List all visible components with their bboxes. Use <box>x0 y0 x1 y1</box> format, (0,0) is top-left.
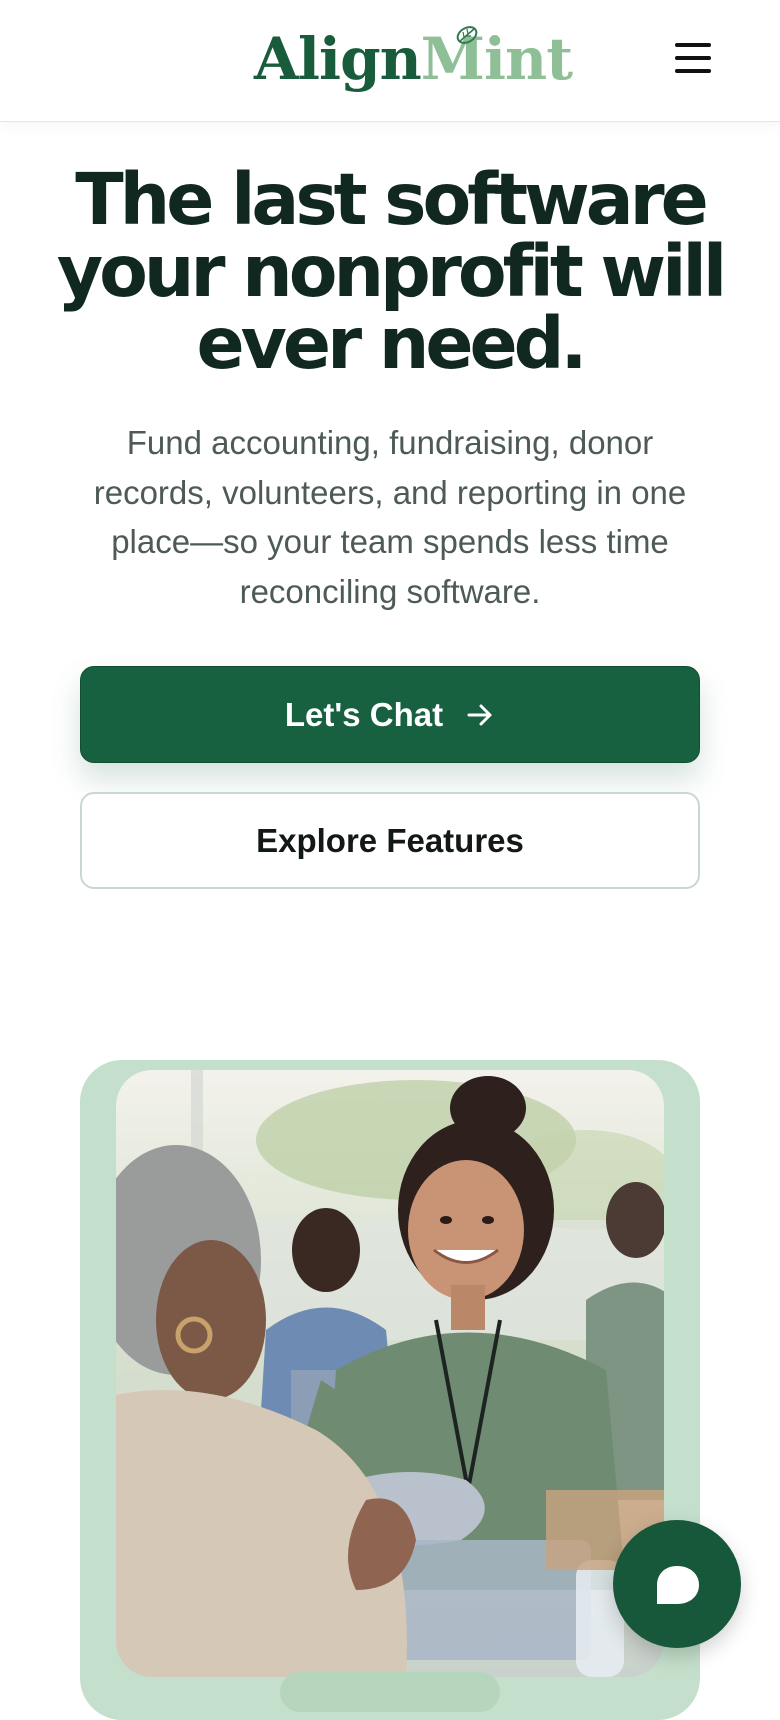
menu-bar <box>675 56 711 60</box>
lets-chat-button[interactable]: Let's Chat <box>80 666 700 763</box>
chat-widget-button[interactable] <box>613 1520 741 1648</box>
hero-subtitle: Fund accounting, fundraising, donor reco… <box>93 424 687 610</box>
chat-bubble-icon <box>657 1566 699 1604</box>
volunteer-photo-illustration <box>116 1070 664 1677</box>
site-header: AlignMint <box>0 0 780 122</box>
explore-features-label: Explore Features <box>256 821 524 859</box>
logo-mint-text: Mint <box>420 25 573 93</box>
hamburger-menu-icon[interactable] <box>668 38 714 78</box>
logo-align-text: Align <box>254 25 422 93</box>
hero-heading: The last software your nonprofit will ev… <box>56 158 727 385</box>
arrow-right-icon <box>467 704 492 725</box>
brand-logo[interactable]: AlignMint <box>254 22 573 96</box>
menu-bar <box>675 43 711 47</box>
explore-features-button[interactable]: Explore Features <box>80 792 700 889</box>
menu-bar <box>675 69 711 73</box>
volunteer-photo <box>116 1070 664 1677</box>
image-frame-tab <box>280 1672 500 1712</box>
leaf-icon <box>456 26 478 44</box>
lets-chat-label: Let's Chat <box>284 695 444 733</box>
